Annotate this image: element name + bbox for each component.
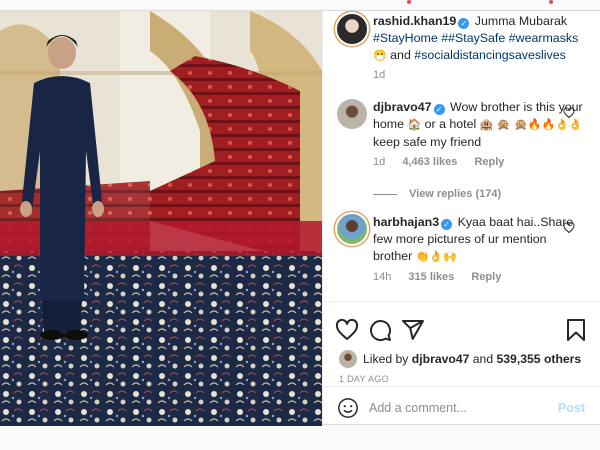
liked-by-count[interactable]: 539,355 others [497, 352, 582, 366]
commenter-avatar[interactable] [337, 99, 367, 129]
comment: harbhajan3 ✓ Kyaa baat hai..Share few mor… [373, 214, 583, 266]
author-avatar[interactable] [337, 14, 367, 44]
add-comment-input[interactable] [369, 397, 549, 419]
commenter-avatar[interactable] [337, 214, 367, 244]
divider-line [373, 193, 397, 195]
reply-button[interactable]: Reply [471, 271, 501, 283]
comment-username[interactable]: djbravo47 [373, 100, 432, 114]
post-photo[interactable] [0, 11, 322, 426]
hotel-emoji: 🏨 [479, 119, 494, 131]
caption-username[interactable]: rashid.khan19 [373, 14, 456, 28]
monkey-emoji: 🙊 [496, 119, 511, 131]
post-button[interactable]: Post [558, 401, 585, 415]
comment-text: or a hotel [424, 117, 477, 131]
hashtag[interactable]: #StayHome [373, 31, 438, 45]
liked-by-and: and [472, 352, 494, 366]
like-comment-heart-icon[interactable] [563, 107, 575, 119]
notification-dot [549, 0, 553, 4]
comment: djbravo47 ✓ Wow brother is this your home… [373, 99, 583, 151]
action-bar: Liked by djbravo47 and 539,355 others 1 … [323, 301, 600, 426]
hashtag[interactable]: #wearmasks [509, 31, 579, 45]
post-side-panel: rashid.khan19 ✓ Jumma Mubarak #StayHome #… [322, 11, 600, 426]
top-strip [0, 0, 600, 10]
liked-by-user[interactable]: djbravo47 [412, 352, 470, 366]
hashtag[interactable]: ##StaySafe [441, 31, 505, 45]
bookmark-icon[interactable] [564, 318, 588, 342]
caption-and: and [390, 48, 411, 62]
notification-dot [407, 0, 411, 4]
mask-emoji: 😷 [373, 50, 387, 62]
house-emoji: 🏠 [407, 119, 422, 131]
comment-meta: 1d 4,463 likes Reply [373, 156, 518, 168]
comment-likes[interactable]: 4,463 likes [402, 156, 457, 168]
emoji-group: 🙊🔥🔥👌👌 [514, 119, 583, 131]
post-age[interactable]: 1 DAY AGO [339, 374, 389, 384]
caption-time[interactable]: 1d [373, 69, 385, 81]
comment-icon[interactable] [368, 318, 392, 342]
liker-avatar[interactable] [339, 350, 357, 368]
hashtag[interactable]: #socialdistancingsaveslives [414, 48, 566, 62]
heart-icon[interactable] [335, 318, 359, 342]
caption: rashid.khan19 ✓ Jumma Mubarak #StayHome #… [373, 13, 583, 65]
comment-text: keep safe my friend [373, 135, 482, 149]
view-replies-button[interactable]: View replies (174) [373, 188, 501, 200]
photo-illustration [0, 11, 322, 426]
reply-button[interactable]: Reply [474, 156, 504, 168]
comment-time[interactable]: 1d [373, 156, 385, 168]
comment-likes[interactable]: 315 likes [408, 271, 454, 283]
emoji-group: 👏👌🙌 [415, 251, 457, 263]
comments-section: rashid.khan19 ✓ Jumma Mubarak #StayHome #… [323, 11, 600, 301]
share-icon[interactable] [401, 318, 425, 342]
verified-icon: ✓ [433, 104, 445, 115]
verified-icon: ✓ [441, 219, 453, 230]
caption-text: Jumma Mubarak [474, 14, 568, 28]
comment-meta: 14h 315 likes Reply [373, 271, 515, 283]
smile-icon[interactable] [337, 397, 359, 419]
verified-icon: ✓ [458, 18, 470, 29]
like-comment-heart-icon[interactable] [563, 222, 575, 234]
liked-by: Liked by djbravo47 and 539,355 others [339, 350, 581, 368]
caption-meta: 1d [373, 69, 399, 81]
liked-by-prefix: Liked by [363, 352, 409, 366]
comment-username[interactable]: harbhajan3 [373, 215, 439, 229]
instagram-post: rashid.khan19 ✓ Jumma Mubarak #StayHome #… [0, 10, 600, 426]
add-comment-row: Post [323, 386, 600, 427]
comment-time[interactable]: 14h [373, 271, 391, 283]
view-replies-label: View replies (174) [409, 188, 502, 200]
